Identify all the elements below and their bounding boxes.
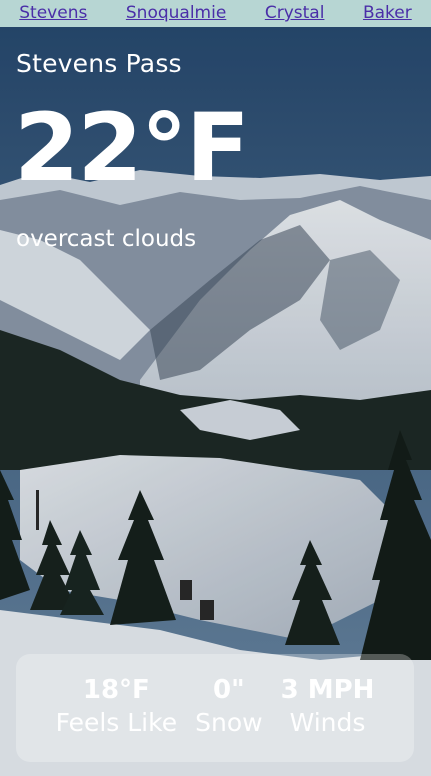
feels-like-label: Feels Like: [55, 708, 178, 737]
current-temperature: 22°F: [14, 94, 250, 203]
wind-value: 3 MPH: [280, 675, 375, 705]
weather-stats-panel: 18°F Feels Like 0" Snow 3 MPH Winds: [16, 654, 414, 762]
resort-name: Stevens Pass: [16, 49, 182, 78]
snow-stat: 0" Snow: [195, 674, 262, 762]
nav-link-stevens[interactable]: Stevens: [19, 0, 87, 27]
nav-link-baker[interactable]: Baker: [363, 0, 412, 27]
wind-label: Winds: [289, 708, 366, 737]
weather-condition: overcast clouds: [16, 226, 197, 252]
current-weather: Stevens Pass 22°F overcast clouds: [14, 48, 250, 252]
feels-like-stat: 18°F Feels Like: [56, 674, 178, 762]
app-page: Stevens Snoqualmie Crystal Baker Stevens…: [0, 0, 431, 776]
nav-link-snoqualmie[interactable]: Snoqualmie: [126, 0, 226, 27]
resort-navbar: Stevens Snoqualmie Crystal Baker: [0, 0, 431, 27]
feels-like-value: 18°F: [82, 675, 150, 705]
snow-label: Snow: [195, 708, 263, 737]
nav-link-crystal[interactable]: Crystal: [265, 0, 325, 27]
snow-value: 0": [213, 675, 245, 705]
wind-stat: 3 MPH Winds: [281, 674, 375, 762]
